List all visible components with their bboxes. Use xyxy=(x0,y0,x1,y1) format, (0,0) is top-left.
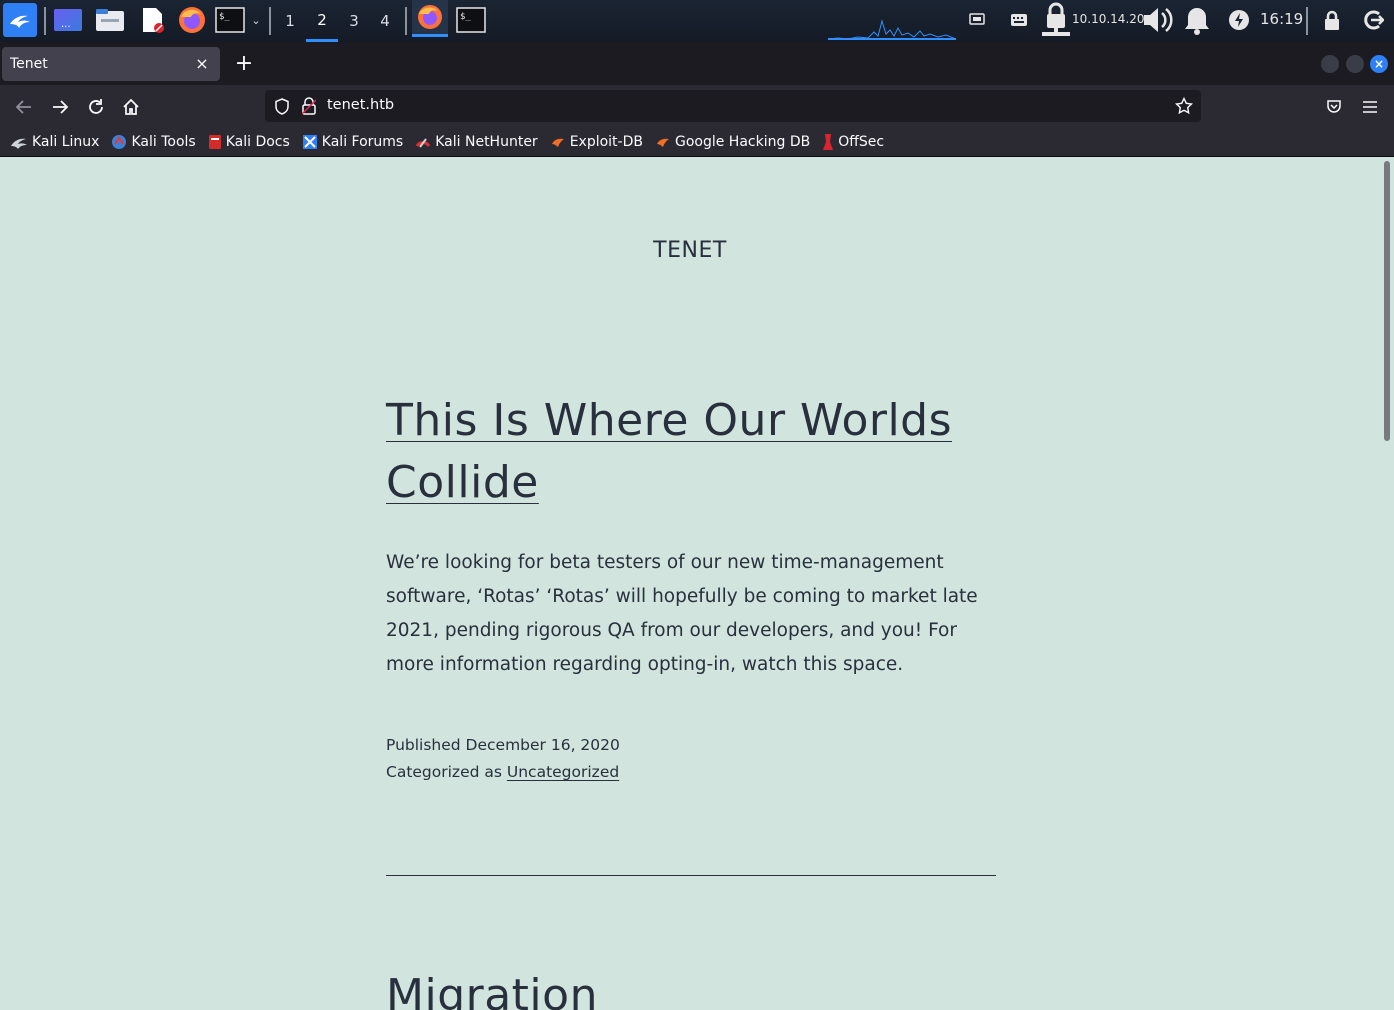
panel-separator xyxy=(44,7,46,35)
clock[interactable]: 16:19 xyxy=(1260,10,1303,28)
new-tab-button[interactable]: + xyxy=(232,52,256,76)
url-text[interactable]: tenet.htb xyxy=(327,97,394,113)
insecure-lock-icon[interactable] xyxy=(301,97,317,119)
back-button[interactable] xyxy=(10,93,38,121)
site-title[interactable]: TENET xyxy=(0,238,1380,263)
kali-docs-icon xyxy=(208,135,221,149)
close-tab-icon[interactable]: × xyxy=(192,53,212,73)
page-content: TENET This Is Where Our Worlds Collide W… xyxy=(0,158,1380,1010)
desktop-icon[interactable]: ... xyxy=(52,5,84,35)
workspace-2[interactable]: 2 xyxy=(306,0,338,42)
terminal-icon[interactable]: $_ xyxy=(214,5,246,35)
tab-tenet[interactable]: Tenet × xyxy=(2,47,220,81)
terminal-task-icon[interactable]: $_ xyxy=(454,5,488,35)
minimize-button[interactable] xyxy=(1321,55,1339,73)
workspace-4[interactable]: 4 xyxy=(369,0,401,42)
logout-icon[interactable] xyxy=(1360,5,1386,35)
bookmark-label: Kali Forums xyxy=(321,134,404,150)
nethunter-icon xyxy=(415,138,431,148)
bookmark-label: Exploit-DB xyxy=(569,134,643,150)
svg-text:$_: $_ xyxy=(460,12,471,22)
published-date: Published December 16, 2020 xyxy=(386,736,620,754)
volume-icon[interactable] xyxy=(1140,5,1174,35)
bookmark-label: OffSec xyxy=(838,134,885,150)
page-scrollbar[interactable] xyxy=(1380,158,1394,1010)
post-title-link[interactable]: This Is Where Our Worlds Collide xyxy=(386,390,996,514)
post-meta: Published December 16, 2020 Categorized … xyxy=(386,732,996,786)
tab-strip: Tenet × + × xyxy=(0,42,1394,85)
menu-hamburger-icon[interactable] xyxy=(1356,93,1384,121)
text-editor-icon[interactable] xyxy=(136,5,168,35)
close-window-button[interactable]: × xyxy=(1370,55,1388,73)
exploit-db-icon xyxy=(551,138,564,147)
bookmark-label: Kali NetHunter xyxy=(435,134,538,150)
chevron-down-icon[interactable]: ⌄ xyxy=(249,5,263,35)
post-title-line-1[interactable]: This Is Where Our Worlds xyxy=(386,395,952,446)
bookmark-label: Google Hacking DB xyxy=(674,134,811,150)
keyboard-icon[interactable] xyxy=(1007,5,1031,35)
post-divider xyxy=(386,875,996,876)
maximize-button[interactable] xyxy=(1346,55,1364,73)
firefox-icon[interactable] xyxy=(175,5,209,35)
category-link[interactable]: Uncategorized xyxy=(507,763,619,781)
bookmarks-toolbar: Kali Linux Kali Tools Kali Docs Kali For… xyxy=(0,128,1394,157)
next-post-title-link[interactable]: Migration xyxy=(386,970,598,1010)
kali-forums-icon xyxy=(302,135,317,149)
pocket-icon[interactable] xyxy=(1320,93,1348,121)
file-manager-icon[interactable] xyxy=(93,5,127,35)
desktop-panel: ... $_ ⌄ 1 2 3 4 $_ 10.10.14.20 16:19 xyxy=(0,0,1394,42)
shield-icon[interactable] xyxy=(274,98,290,119)
bookmark-label: Kali Docs xyxy=(225,134,290,150)
navigation-toolbar: tenet.htb xyxy=(0,85,1394,128)
bookmark-google-hacking-db[interactable]: Google Hacking DB xyxy=(655,134,810,150)
network-icon[interactable] xyxy=(966,5,988,35)
kali-menu-icon[interactable] xyxy=(3,3,37,37)
svg-text:$_: $_ xyxy=(219,12,230,22)
ip-address: 10.10.14.20 xyxy=(1072,12,1145,26)
bookmark-label: Kali Linux xyxy=(32,134,100,150)
firefox-task-icon[interactable] xyxy=(412,0,448,37)
bookmark-kali-tools[interactable]: Kali Tools xyxy=(111,134,196,150)
notification-bell-icon[interactable] xyxy=(1181,5,1213,35)
bookmark-kali-docs[interactable]: Kali Docs xyxy=(208,134,290,150)
workspace-1[interactable]: 1 xyxy=(274,0,306,42)
panel-separator xyxy=(405,7,407,35)
post-title-line-2[interactable]: Collide xyxy=(386,457,539,508)
panel-separator xyxy=(269,7,271,35)
category-prefix: Categorized as xyxy=(386,763,507,781)
power-icon[interactable] xyxy=(1226,5,1252,35)
post-body: We’re looking for beta testers of our ne… xyxy=(386,552,978,675)
bookmark-offsec[interactable]: OffSec xyxy=(822,133,884,151)
category-line: Categorized as Uncategorized xyxy=(386,759,996,786)
kali-tools-icon xyxy=(112,135,127,149)
vpn-lock-icon[interactable] xyxy=(1040,2,1072,38)
panel-separator xyxy=(1306,7,1308,35)
lock-screen-icon[interactable] xyxy=(1320,5,1344,35)
scrollbar-thumb[interactable] xyxy=(1384,161,1390,441)
svg-text:...: ... xyxy=(61,19,71,30)
url-bar[interactable]: tenet.htb xyxy=(265,90,1201,122)
bookmark-star-icon[interactable] xyxy=(1174,96,1194,119)
kali-dragon-icon xyxy=(11,138,27,149)
reload-button[interactable] xyxy=(82,93,110,121)
tab-title: Tenet xyxy=(10,56,48,72)
forward-button[interactable] xyxy=(46,93,74,121)
bookmark-kali-forums[interactable]: Kali Forums xyxy=(302,134,403,150)
bookmark-label: Kali Tools xyxy=(131,134,196,150)
ghdb-icon xyxy=(656,138,669,147)
bookmark-exploit-db[interactable]: Exploit-DB xyxy=(550,134,643,150)
bookmark-kali-nethunter[interactable]: Kali NetHunter xyxy=(415,134,538,150)
workspace-3[interactable]: 3 xyxy=(338,0,370,42)
offsec-icon xyxy=(823,134,834,150)
home-button[interactable] xyxy=(117,93,145,121)
bookmark-kali-linux[interactable]: Kali Linux xyxy=(10,134,99,150)
cpu-graph xyxy=(828,19,956,40)
